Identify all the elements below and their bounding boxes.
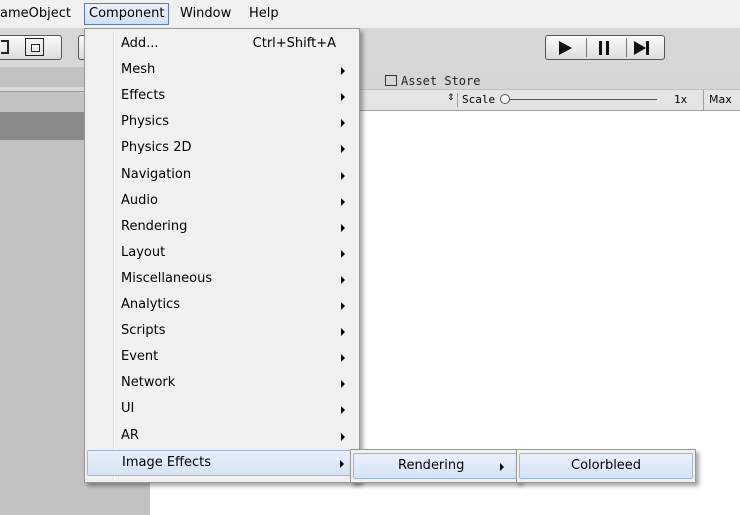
menu-item-label: Miscellaneous	[121, 270, 213, 286]
submenu-arrow-icon	[341, 406, 345, 415]
menu-item-label: Rendering	[121, 218, 188, 234]
menu-item-colorbleed[interactable]: Colorbleed	[519, 453, 693, 479]
submenu-arrow-icon	[341, 93, 345, 102]
menu-item-network[interactable]: Network	[87, 371, 357, 397]
component-menu: Add... Ctrl+Shift+A Mesh Effects Physics Phys…	[84, 28, 360, 483]
rendering-submenu: Colorbleed	[516, 449, 696, 483]
submenu-arrow-icon	[341, 354, 345, 363]
menu-item-ar[interactable]: AR	[87, 424, 357, 450]
submenu-arrow-icon	[341, 223, 345, 232]
menu-help[interactable]: Help	[249, 6, 279, 21]
pause-icon[interactable]	[599, 41, 602, 55]
menu-item-label: Effects	[121, 88, 166, 104]
submenu-arrow-icon	[341, 249, 345, 258]
menu-item-navigation[interactable]: Navigation	[87, 163, 357, 189]
tool-button-group	[0, 35, 62, 60]
menu-item-rendering[interactable]: Rendering	[87, 215, 357, 241]
playback-controls	[545, 35, 665, 60]
asset-store-icon	[385, 75, 397, 86]
scale-label: Scale	[462, 93, 496, 106]
menu-item-scripts[interactable]: Scripts	[87, 319, 357, 345]
submenu-arrow-icon	[341, 275, 345, 284]
menu-item-label: UI	[121, 401, 135, 417]
step-icon[interactable]	[634, 41, 646, 55]
menu-item-rendering-sub[interactable]: Rendering	[353, 453, 517, 479]
menu-item-effects[interactable]: Effects	[87, 84, 357, 110]
menu-item-label: Physics 2D	[121, 140, 192, 156]
submenu-arrow-icon	[340, 459, 344, 468]
transform-tool-icon[interactable]	[25, 38, 44, 56]
rect-tool-icon[interactable]	[1, 40, 9, 54]
menu-item-label: Navigation	[121, 166, 192, 182]
image-effects-submenu: Rendering	[350, 449, 520, 483]
menu-item-physics-2d[interactable]: Physics 2D	[87, 136, 357, 162]
menu-item-label: Scripts	[121, 323, 166, 339]
menu-item-analytics[interactable]: Analytics	[87, 293, 357, 319]
menu-item-label: Layout	[121, 244, 166, 260]
menu-item-label: Add...	[121, 36, 159, 51]
play-icon[interactable]	[559, 41, 572, 55]
tab-asset-store[interactable]: Asset Store	[385, 74, 480, 88]
submenu-arrow-icon	[341, 67, 345, 76]
menu-item-label: Colorbleed	[571, 458, 642, 473]
menu-item-label: Physics	[121, 114, 170, 130]
tab-asset-store-label: Asset Store	[401, 74, 481, 88]
maximize-on-play-toggle[interactable]: Max	[709, 93, 732, 106]
menu-item-physics[interactable]: Physics	[87, 110, 357, 136]
menu-item-ui[interactable]: UI	[87, 397, 357, 423]
menu-item-mesh[interactable]: Mesh	[87, 58, 357, 84]
menu-item-shortcut: Ctrl+Shift+A	[252, 36, 336, 51]
submenu-arrow-icon	[341, 328, 345, 337]
submenu-arrow-icon	[341, 119, 345, 128]
submenu-arrow-icon	[341, 145, 345, 154]
menu-component[interactable]: Component	[84, 3, 170, 25]
scale-slider-track[interactable]	[502, 99, 657, 100]
menu-item-label: AR	[121, 427, 139, 443]
submenu-arrow-icon	[341, 302, 345, 310]
menu-item-add[interactable]: Add... Ctrl+Shift+A	[87, 32, 357, 58]
menu-gameobject[interactable]: ameObject	[0, 6, 71, 21]
menu-item-label: Audio	[121, 192, 158, 208]
menu-item-label: Analytics	[121, 297, 181, 312]
menu-item-label: Rendering	[398, 458, 465, 473]
menu-item-label: Event	[121, 349, 159, 365]
submenu-arrow-icon	[341, 432, 345, 441]
menu-item-label: Network	[121, 375, 176, 391]
sort-icon: ⇕	[447, 93, 455, 103]
menu-item-image-effects[interactable]: Image Effects	[87, 449, 357, 476]
scale-slider-handle[interactable]	[500, 94, 510, 104]
submenu-arrow-icon	[500, 463, 504, 471]
menu-item-audio[interactable]: Audio	[87, 189, 357, 215]
menu-item-event[interactable]: Event	[87, 345, 357, 371]
submenu-arrow-icon	[341, 171, 345, 180]
submenu-arrow-icon	[341, 197, 345, 206]
menu-item-layout[interactable]: Layout	[87, 241, 357, 267]
menu-item-label: Image Effects	[122, 454, 212, 470]
scale-value: 1x	[674, 93, 688, 106]
submenu-arrow-icon	[341, 380, 345, 389]
menu-item-label: Mesh	[121, 62, 156, 78]
menu-item-miscellaneous[interactable]: Miscellaneous	[87, 267, 357, 293]
menu-window[interactable]: Window	[180, 6, 231, 21]
menu-bar: ameObject Component Window Help	[0, 0, 740, 29]
